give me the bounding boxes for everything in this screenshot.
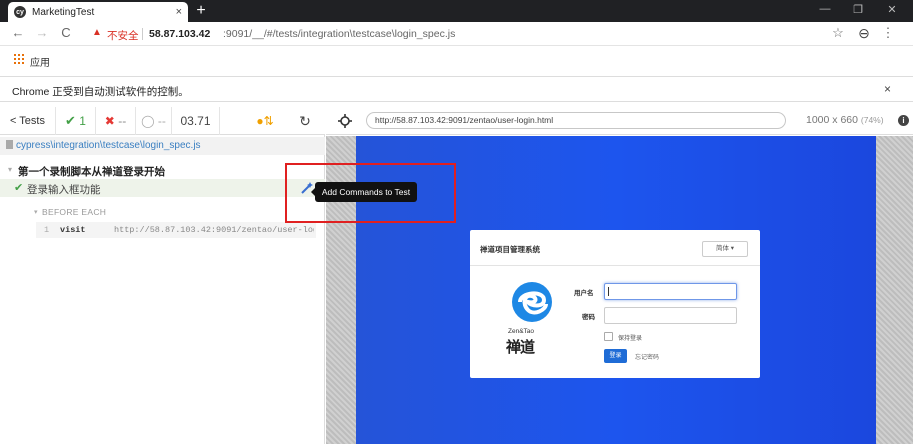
password-label: 密码 — [582, 314, 595, 321]
username-input[interactable] — [604, 283, 737, 300]
command-arg: http://58.87.103.42:9091/zentao/user-log… — [114, 225, 314, 235]
failed-stat[interactable]: ✖ -- — [96, 107, 136, 135]
maximize-button[interactable]: ❐ — [848, 3, 868, 16]
passed-icon: ✔ — [65, 113, 76, 128]
password-input[interactable] — [604, 307, 737, 324]
apps-grid-icon[interactable] — [14, 54, 24, 64]
text-caret — [608, 287, 609, 296]
command-row[interactable]: 1 visit http://58.87.103.42:9091/zentao/… — [36, 222, 316, 238]
suite-caret-icon[interactable]: ▾ — [8, 165, 12, 174]
infobar-text: Chrome 正受到自动测试软件的控制。 — [12, 86, 189, 98]
info-icon[interactable]: i — [898, 115, 909, 126]
browser-tab[interactable]: cy MarketingTest × — [8, 2, 188, 22]
infobar-close-icon[interactable]: × — [884, 82, 891, 96]
runner-url[interactable]: http://58.87.103.42:9091/zentao/user-log… — [366, 112, 786, 129]
auto-scroll-icon[interactable]: ●⇅ — [245, 107, 285, 135]
reporter-header: < Tests ✔ 1 ✖ -- ◯ -- 03.71 ●⇅ ↻ — [0, 107, 325, 135]
remember-checkbox[interactable] — [604, 332, 613, 341]
viewport-zoom: (74%) — [860, 115, 884, 125]
runner-header: http://58.87.103.42:9091/zentao/user-log… — [326, 107, 913, 135]
test-title: 登录输入框功能 — [27, 184, 101, 196]
cypress-favicon-icon: cy — [14, 6, 26, 18]
remember-label[interactable]: 保持登录 — [618, 333, 642, 342]
hook-caret-icon[interactable]: ▾ — [34, 208, 38, 216]
menu-icon[interactable]: ⋮ — [880, 25, 896, 41]
url-separator — [142, 28, 143, 40]
hook-label[interactable]: BEFORE EACH — [42, 207, 106, 217]
suite-title[interactable]: 第一个录制脚本从禅道登录开始 — [18, 164, 165, 179]
viewport-size: 1000 x 660 (74%) — [806, 114, 884, 126]
passed-check-icon: ✔ — [14, 182, 24, 194]
tab-close-icon[interactable]: × — [176, 6, 182, 18]
url-path[interactable]: :9091/__/#/tests/integration\testcase\lo… — [223, 28, 455, 40]
logo-text: Zen&Tao — [508, 328, 535, 335]
passed-count: 1 — [79, 114, 86, 128]
test-row[interactable]: ✔ 登录输入框功能 — [0, 179, 325, 197]
highlight-box — [285, 163, 456, 223]
automation-infobar: Chrome 正受到自动测试软件的控制。 × — [0, 76, 913, 102]
security-label[interactable]: 不安全 — [107, 28, 139, 43]
spec-path[interactable]: cypress\integration\testcase\login_spec.… — [0, 137, 325, 155]
reload-button[interactable]: C — [58, 25, 74, 41]
command-number: 1 — [44, 225, 50, 235]
url-host[interactable]: 58.87.103.42 — [149, 28, 210, 40]
forgot-password-link[interactable]: 忘记密码 — [635, 352, 659, 361]
login-card: 禅道项目管理系统 简体 ▾ Zen&Tao 禅道 用户名 密码 保持登录 登录 … — [470, 230, 760, 378]
login-card-title: 禅道项目管理系统 — [480, 245, 540, 254]
file-icon — [6, 140, 13, 149]
selector-playground-icon[interactable] — [338, 114, 352, 128]
tests-button[interactable]: < Tests — [0, 107, 56, 135]
login-button[interactable]: 登录 — [604, 349, 627, 363]
pending-stat[interactable]: ◯ -- — [136, 107, 172, 135]
logo-chinese: 禅道 — [506, 338, 535, 356]
bookmark-star-icon[interactable]: ☆ — [830, 25, 846, 41]
pending-count: -- — [157, 114, 166, 128]
cypress-reporter: < Tests ✔ 1 ✖ -- ◯ -- 03.71 ●⇅ ↻ cypress… — [0, 107, 325, 444]
new-tab-button[interactable]: + — [192, 2, 210, 20]
spec-path-text: cypress\integration\testcase\login_spec.… — [16, 140, 201, 151]
close-window-button[interactable]: ✕ — [882, 3, 902, 16]
command-name: visit — [60, 225, 86, 235]
viewport-dimensions: 1000 x 660 — [806, 114, 858, 126]
failed-icon: ✖ — [104, 114, 115, 128]
browser-tab-strip: cy MarketingTest × + — ❐ ✕ — [0, 0, 913, 22]
login-card-header: 禅道项目管理系统 简体 ▾ — [470, 230, 760, 266]
language-select[interactable]: 简体 ▾ — [702, 241, 748, 257]
tab-title: MarketingTest — [32, 6, 95, 18]
restart-icon[interactable]: ↻ — [290, 107, 320, 135]
username-label: 用户名 — [574, 290, 594, 297]
minimize-button[interactable]: — — [815, 3, 835, 15]
browser-toolbar: ← → C ▲ 不安全 58.87.103.42 :9091/__/#/test… — [0, 22, 913, 46]
bookmarks-bar: 应用 — [0, 46, 913, 72]
apps-bookmark[interactable]: 应用 — [30, 54, 50, 69]
forward-button[interactable]: → — [34, 25, 50, 41]
warning-icon[interactable]: ▲ — [92, 27, 102, 38]
profile-icon[interactable]: ⊖ — [856, 25, 872, 41]
duration: 03.71 — [172, 107, 220, 135]
zentao-logo-icon — [512, 282, 552, 322]
back-button[interactable]: ← — [10, 25, 26, 41]
passed-stat[interactable]: ✔ 1 — [56, 107, 96, 135]
failed-count: -- — [118, 114, 127, 128]
pending-icon: ◯ — [141, 114, 155, 128]
